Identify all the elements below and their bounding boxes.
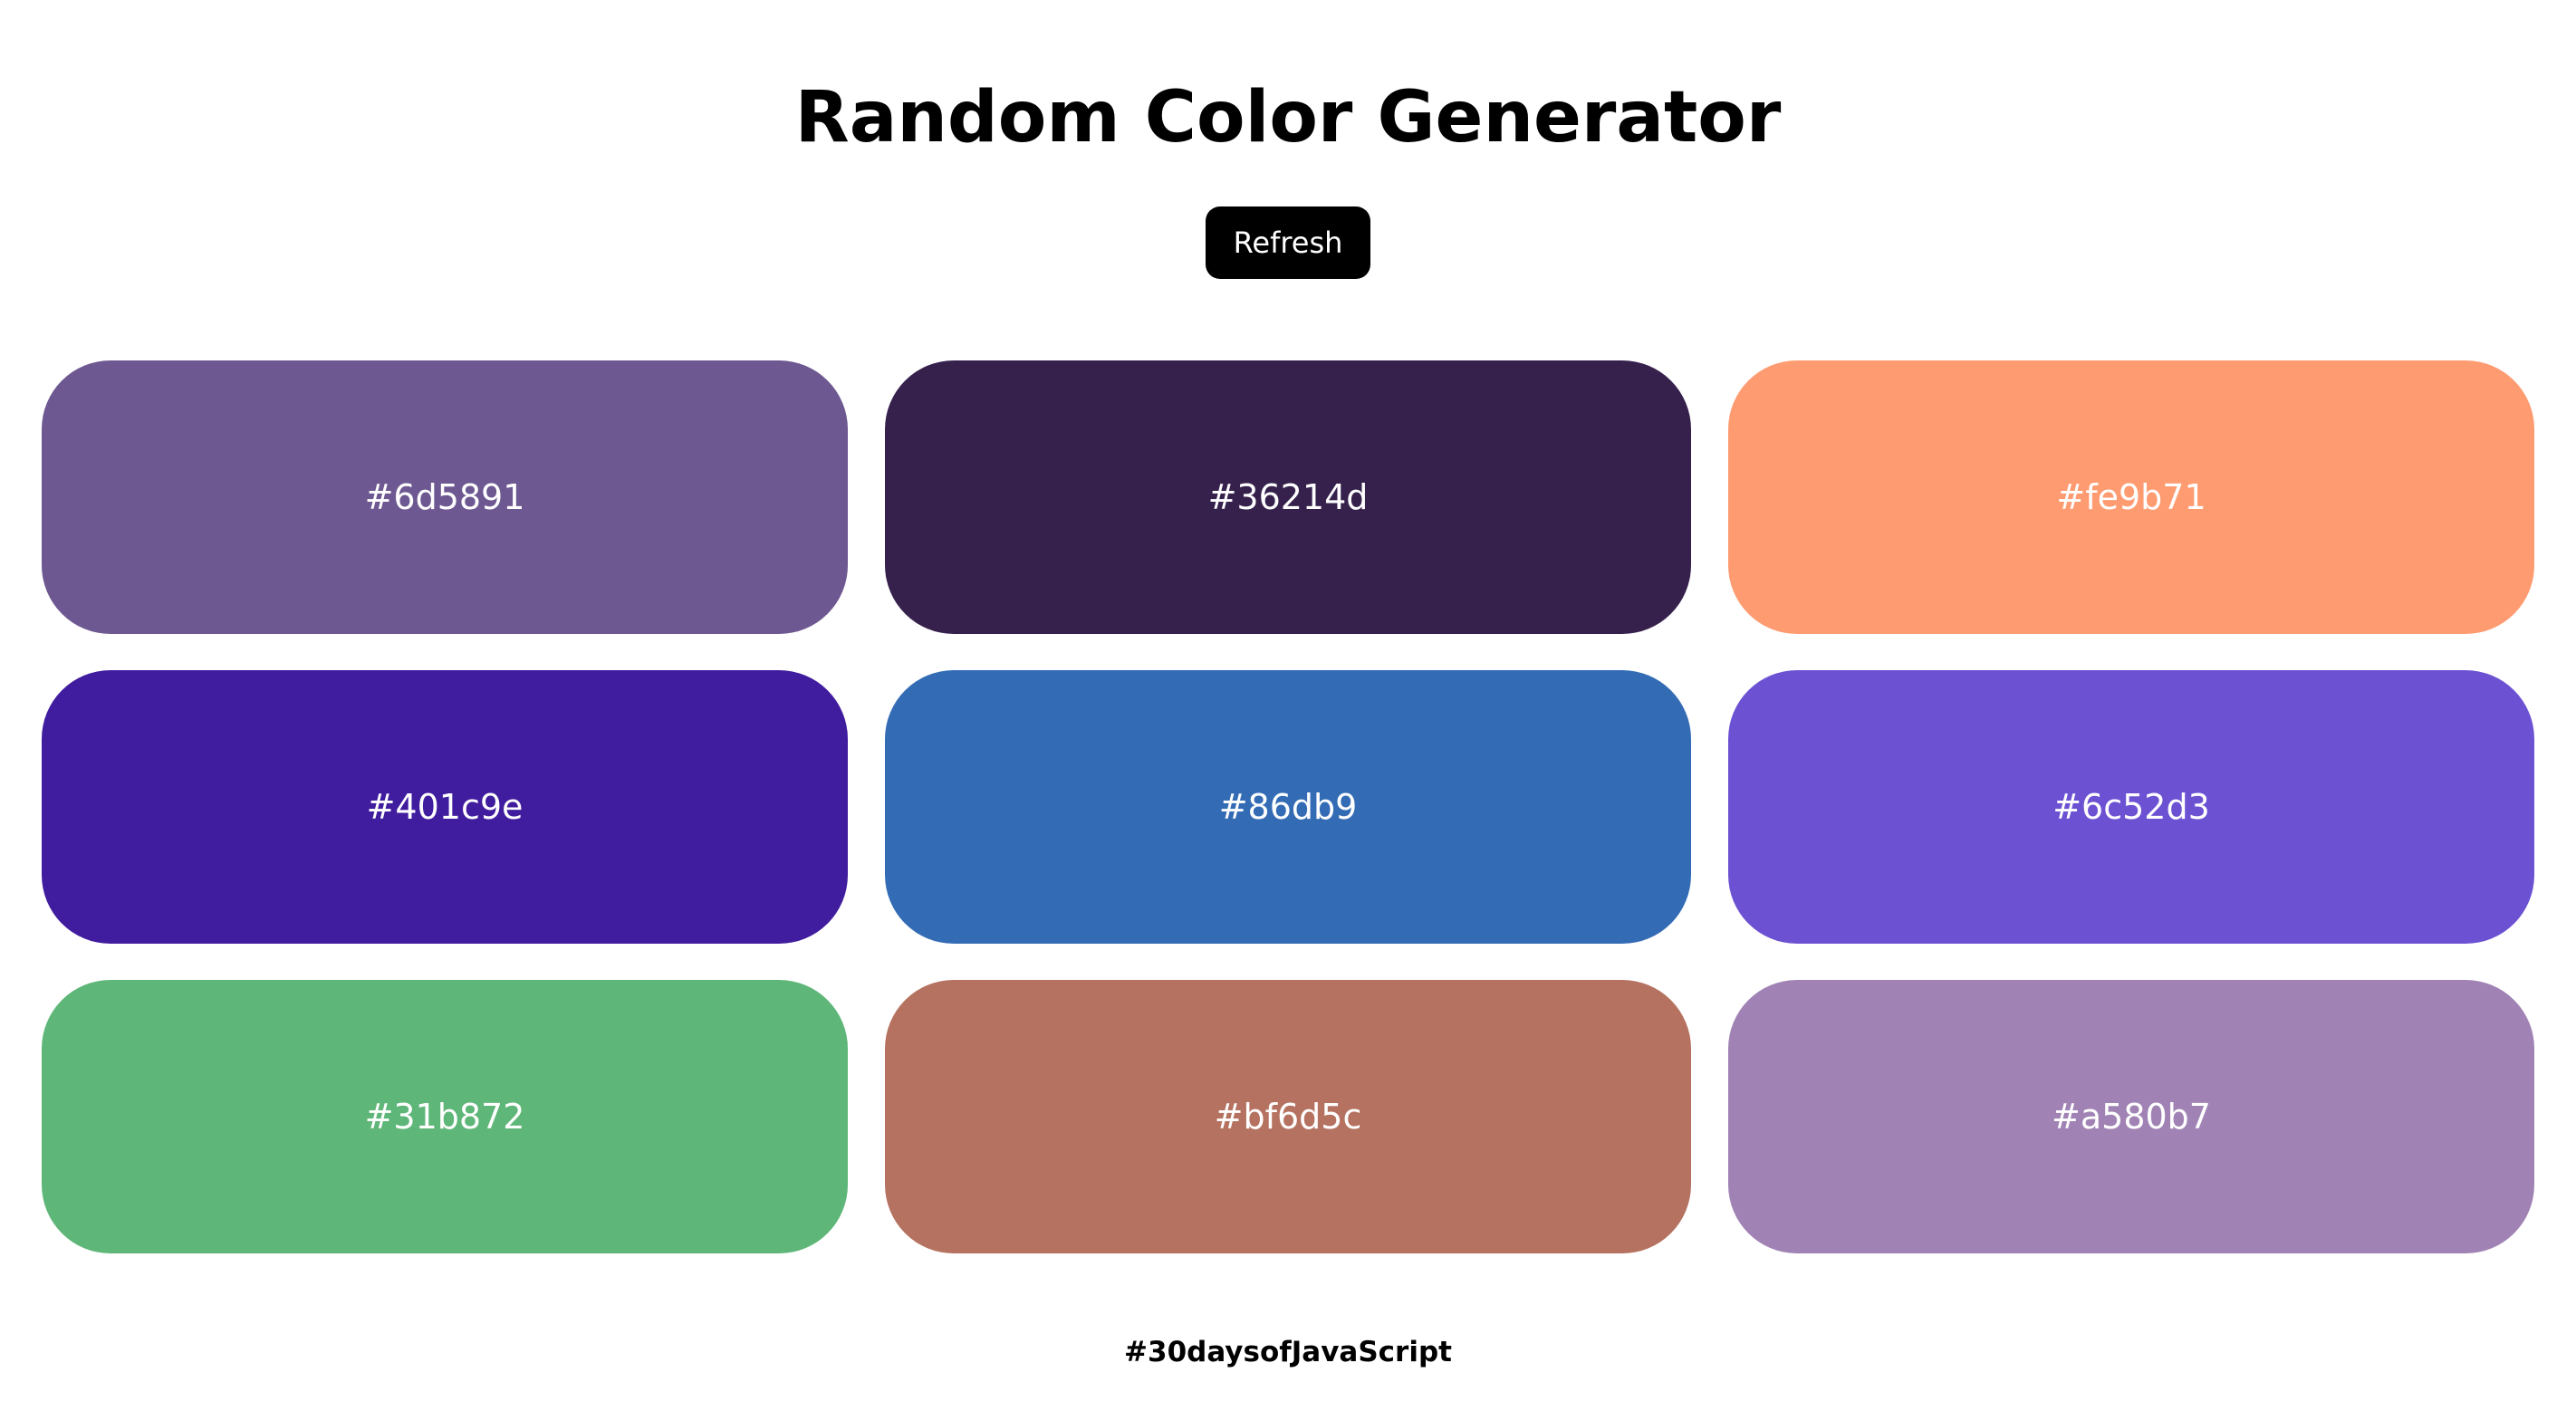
swatch-hex-label: #36214d xyxy=(1207,477,1369,517)
color-swatch[interactable]: #36214d xyxy=(885,360,1691,634)
color-grid: #6d5891 #36214d #fe9b71 #401c9e #86db9 #… xyxy=(42,360,2534,1253)
color-swatch[interactable]: #6c52d3 xyxy=(1728,670,2534,944)
color-swatch[interactable]: #86db9 xyxy=(885,670,1691,944)
swatch-hex-label: #31b872 xyxy=(364,1097,525,1137)
page-title: Random Color Generator xyxy=(794,77,1782,158)
refresh-button[interactable]: Refresh xyxy=(1206,206,1370,279)
swatch-hex-label: #bf6d5c xyxy=(1214,1097,1362,1137)
swatch-hex-label: #401c9e xyxy=(366,787,524,827)
color-swatch[interactable]: #bf6d5c xyxy=(885,980,1691,1253)
color-swatch[interactable]: #a580b7 xyxy=(1728,980,2534,1253)
color-swatch[interactable]: #fe9b71 xyxy=(1728,360,2534,634)
color-swatch[interactable]: #6d5891 xyxy=(42,360,848,634)
swatch-hex-label: #a580b7 xyxy=(2052,1097,2211,1137)
swatch-hex-label: #fe9b71 xyxy=(2056,477,2206,517)
swatch-hex-label: #6d5891 xyxy=(364,477,525,517)
page: Random Color Generator Refresh #6d5891 #… xyxy=(0,0,2576,1411)
swatch-hex-label: #6c52d3 xyxy=(2052,787,2210,827)
color-swatch[interactable]: #31b872 xyxy=(42,980,848,1253)
color-swatch[interactable]: #401c9e xyxy=(42,670,848,944)
footer-hashtag: #30daysofJavaScript xyxy=(1124,1336,1452,1368)
swatch-hex-label: #86db9 xyxy=(1218,787,1358,827)
